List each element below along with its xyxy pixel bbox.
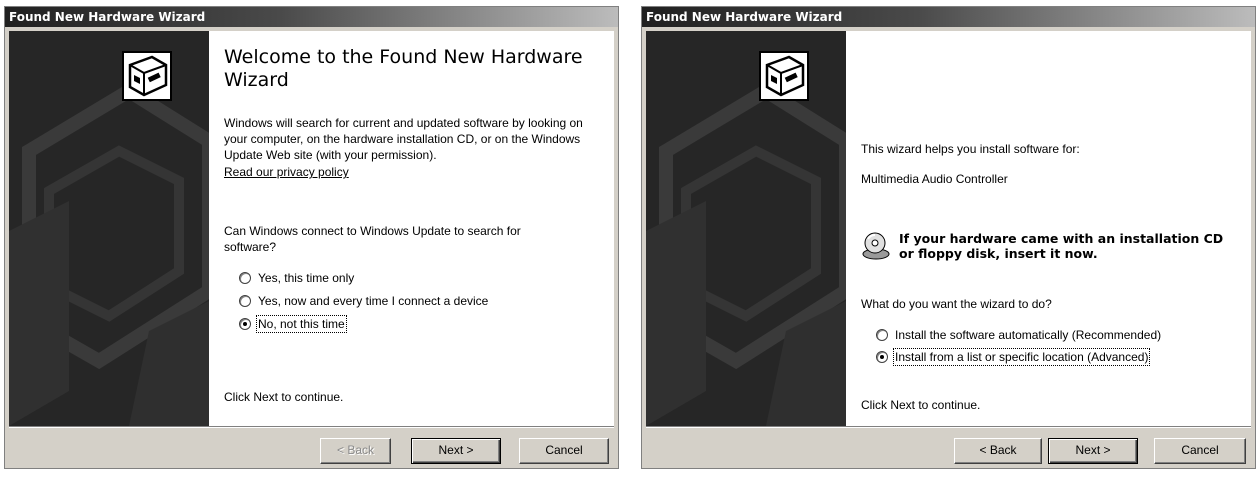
banner-graphic [9, 31, 209, 426]
wizard-content: This wizard helps you install software f… [846, 31, 1251, 426]
continue-text: Click Next to continue. [224, 390, 344, 404]
privacy-policy-link[interactable]: Read our privacy policy [224, 165, 349, 179]
next-button[interactable]: Next > [1048, 438, 1138, 464]
title-bar[interactable]: Found New Hardware Wizard [5, 7, 618, 27]
hardware-wizard-icon [122, 51, 172, 101]
device-name: Multimedia Audio Controller [861, 172, 1008, 186]
next-button[interactable]: Next > [411, 438, 501, 464]
radio-option-no[interactable]: No, not this time [239, 315, 347, 333]
radio-option-yes-always[interactable]: Yes, now and every time I connect a devi… [239, 293, 488, 309]
wizard-window-install-options: Found New Hardware Wizard This wizard he… [641, 6, 1256, 469]
hardware-wizard-icon [759, 51, 809, 101]
radio-option-install-automatically[interactable]: Install the software automatically (Reco… [876, 327, 1161, 343]
back-button[interactable]: < Back [320, 438, 391, 464]
question-text: Can Windows connect to Windows Update to… [224, 224, 521, 254]
banner-graphic [646, 31, 846, 426]
divider [646, 426, 1251, 428]
helps-text: This wizard helps you install software f… [861, 142, 1080, 156]
wizard-side-banner [9, 31, 209, 426]
cd-prompt: If your hardware came with an installati… [861, 231, 1229, 261]
wizard-content: Welcome to the Found New Hardware Wizard… [209, 31, 614, 426]
radio-button[interactable] [239, 272, 251, 284]
cancel-button[interactable]: Cancel [1154, 438, 1246, 464]
back-button[interactable]: < Back [954, 438, 1042, 464]
wizard-window-welcome: Found New Hardware Wizard Welcome to the… [4, 6, 619, 469]
cd-prompt-text: If your hardware came with an installati… [899, 231, 1224, 261]
radio-button[interactable] [876, 351, 888, 363]
wizard-side-banner [646, 31, 846, 426]
page-title: Welcome to the Found New Hardware Wizard [224, 46, 583, 91]
divider [9, 426, 614, 428]
title-bar[interactable]: Found New Hardware Wizard [642, 7, 1255, 27]
cd-drive-icon [862, 232, 890, 260]
window-title: Found New Hardware Wizard [9, 10, 206, 24]
radio-option-yes-once[interactable]: Yes, this time only [239, 270, 354, 286]
continue-text: Click Next to continue. [861, 398, 981, 412]
radio-option-install-from-list[interactable]: Install from a list or specific location… [876, 348, 1151, 366]
radio-label: Install the software automatically (Reco… [895, 328, 1162, 342]
radio-button[interactable] [239, 295, 251, 307]
radio-label: Yes, now and every time I connect a devi… [258, 294, 489, 308]
radio-button[interactable] [876, 329, 888, 341]
cancel-button[interactable]: Cancel [519, 438, 609, 464]
radio-label: Install from a list or specific location… [892, 348, 1151, 366]
window-title: Found New Hardware Wizard [646, 10, 843, 24]
question-text: What do you want the wizard to do? [861, 297, 1052, 311]
intro-text: Windows will search for current and upda… [224, 116, 583, 162]
radio-label: No, not this time [256, 315, 347, 333]
radio-button[interactable] [239, 318, 251, 330]
radio-label: Yes, this time only [258, 271, 355, 285]
